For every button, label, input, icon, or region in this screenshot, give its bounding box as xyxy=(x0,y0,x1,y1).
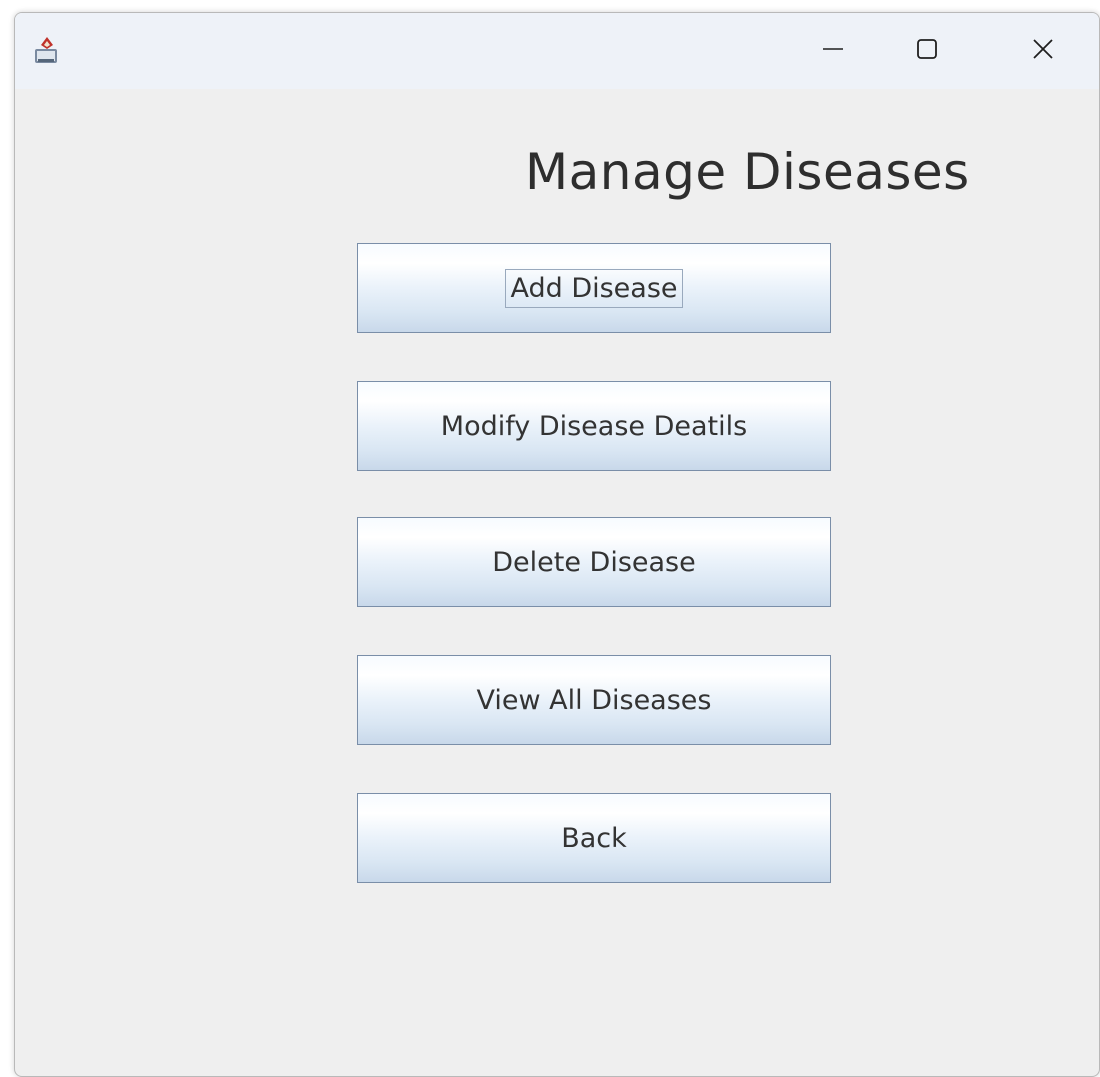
java-cup-icon xyxy=(33,35,61,65)
title-bar xyxy=(15,13,1099,89)
add-disease-label: Add Disease xyxy=(505,268,683,308)
modify-disease-details-label: Modify Disease Deatils xyxy=(440,410,748,442)
minimize-icon xyxy=(821,37,845,65)
modify-disease-details-button[interactable]: Modify Disease Deatils xyxy=(357,381,831,471)
view-all-diseases-button[interactable]: View All Diseases xyxy=(357,655,831,745)
delete-disease-label: Delete Disease xyxy=(492,546,696,578)
page-title: Manage Diseases xyxy=(525,143,970,201)
maximize-icon xyxy=(915,37,939,65)
back-button[interactable]: Back xyxy=(357,793,831,883)
close-button[interactable] xyxy=(1015,27,1071,75)
add-disease-button[interactable]: Add Disease xyxy=(357,243,831,333)
app-window: Manage Diseases Add Disease Modify Disea… xyxy=(14,12,1100,1077)
close-icon xyxy=(1031,37,1055,65)
maximize-button[interactable] xyxy=(899,27,955,75)
delete-disease-button[interactable]: Delete Disease xyxy=(357,517,831,607)
back-label: Back xyxy=(561,822,627,854)
minimize-button[interactable] xyxy=(805,27,861,75)
view-all-diseases-label: View All Diseases xyxy=(476,684,712,716)
